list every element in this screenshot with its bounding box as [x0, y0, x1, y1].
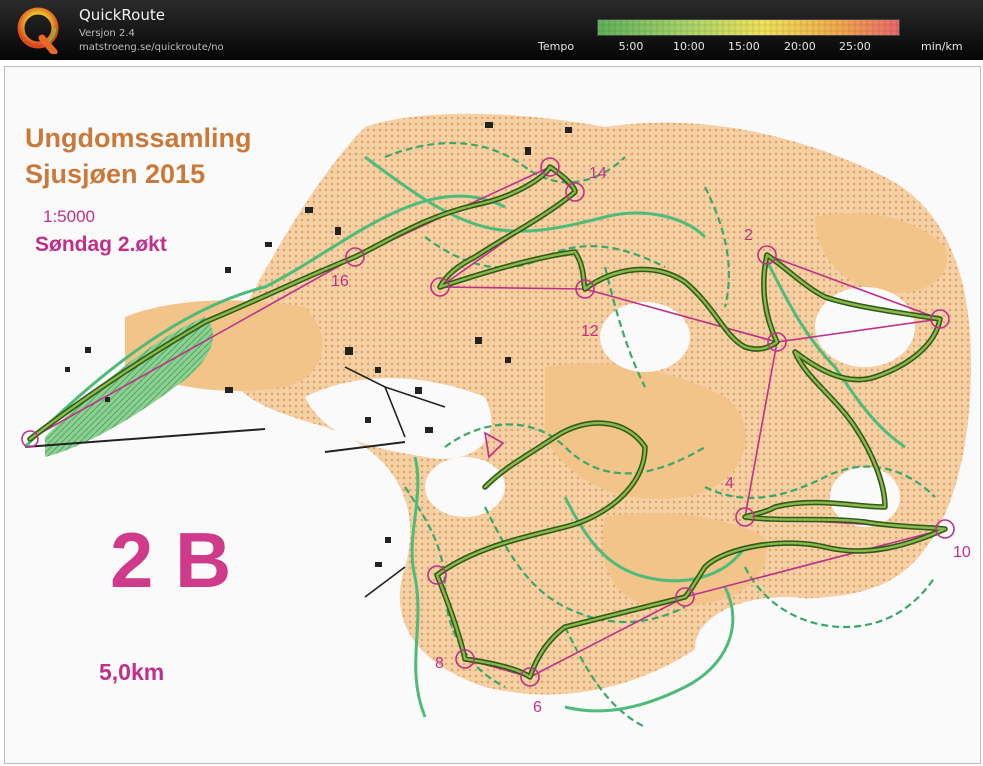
- tempo-tick-5: 5:00: [618, 40, 644, 53]
- control-number-14: 14: [589, 165, 607, 182]
- quickroute-logo-icon: [17, 7, 59, 54]
- control-number-4: 4: [725, 475, 734, 492]
- map-title-line2: Sjusjøen 2015: [25, 159, 206, 189]
- map-scale: 1:5000: [43, 207, 95, 226]
- app-header: QuickRoute Versjon 2.4 matstroeng.se/qui…: [0, 0, 983, 60]
- app-title: QuickRoute: [79, 6, 165, 24]
- control-number-2: 2: [744, 227, 753, 244]
- control-number-6: 6: [533, 699, 542, 716]
- map-canvas[interactable]: Ungdomssamling Sjusjøen 2015 1:5000 Sønd…: [4, 66, 981, 764]
- tempo-tick-25: 25:00: [839, 40, 871, 53]
- tempo-tick-15: 15:00: [728, 40, 760, 53]
- tempo-unit: min/km: [921, 40, 963, 53]
- course-distance: 5,0km: [99, 659, 165, 685]
- open-land-areas: [125, 113, 972, 695]
- app-url[interactable]: matstroeng.se/quickroute/no: [79, 42, 224, 54]
- map-title-line1: Ungdomssamling: [25, 123, 252, 153]
- tempo-label: Tempo: [538, 40, 575, 53]
- control-number-10: 10: [953, 544, 971, 561]
- control-number-16: 16: [331, 273, 349, 290]
- tempo-color-scale: [597, 19, 900, 36]
- tempo-tick-20: 20:00: [784, 40, 816, 53]
- app-version: Versjon 2.4: [79, 28, 135, 39]
- tempo-tick-10: 10:00: [673, 40, 705, 53]
- course-name: 2 B: [110, 516, 232, 604]
- control-number-8: 8: [435, 655, 444, 672]
- map-session: Søndag 2.økt: [35, 233, 167, 256]
- control-number-12: 12: [581, 323, 599, 340]
